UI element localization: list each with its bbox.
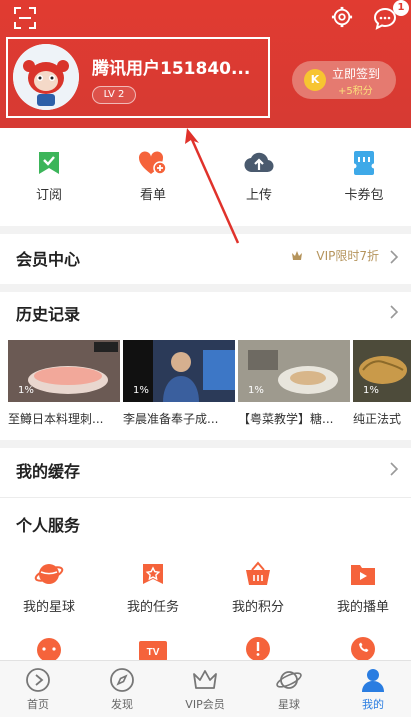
upload-icon — [244, 152, 274, 173]
quick-action-label: 订阅 — [35, 188, 62, 203]
service-label: 我的积分 — [231, 600, 284, 615]
playlist-icon — [351, 565, 375, 585]
coupon-icon — [351, 151, 377, 175]
checkin-button[interactable]: K 立即签到 +5积分 — [292, 61, 396, 99]
tab-label: 我的 — [362, 698, 384, 711]
planet-tab-icon — [276, 671, 302, 689]
cache-title: 我的缓存 — [16, 462, 81, 481]
username[interactable]: 腾讯用户151840... — [92, 54, 250, 79]
section-gap — [0, 440, 411, 448]
member-center-title: 会员中心 — [16, 250, 81, 269]
my-planet-button[interactable]: 我的星球 — [4, 560, 94, 615]
progress-label: 1% — [363, 385, 379, 396]
service-label: 我的星球 — [22, 600, 75, 615]
tab-vip[interactable]: VIP会员 — [170, 667, 240, 712]
quick-action-label: 上传 — [245, 188, 272, 203]
level-badge: LV 2 — [92, 86, 136, 104]
points-basket-icon — [246, 561, 270, 585]
bottom-tab-bar: 首页 发现 VIP会员 星球 我的 — [0, 660, 411, 717]
face-icon — [37, 638, 61, 662]
watchlist-button[interactable]: 看单 — [118, 150, 188, 203]
planet-icon — [34, 564, 64, 584]
my-points-button[interactable]: 我的积分 — [213, 560, 303, 615]
my-tasks-button[interactable]: 我的任务 — [108, 560, 198, 615]
subscribe-button[interactable]: 订阅 — [14, 150, 84, 203]
tv-icon: TV — [139, 641, 167, 661]
service-item[interactable] — [4, 634, 94, 662]
alert-icon — [246, 637, 270, 661]
divider — [0, 497, 411, 498]
history-caption[interactable]: 纯正法式 — [353, 410, 411, 427]
profile-icon — [362, 669, 384, 692]
mascot-avatar-icon — [13, 44, 79, 110]
phone-icon — [351, 637, 375, 661]
compass-icon — [110, 668, 134, 692]
service-item[interactable] — [213, 634, 303, 662]
profile-page: 1 腾讯用户151840... LV 2 K 立即签到 +5积分 订阅 看单 上… — [0, 0, 411, 717]
services-title: 个人服务 — [16, 516, 81, 535]
chevron-right-icon — [390, 462, 399, 476]
progress-label: 1% — [248, 385, 264, 396]
quick-action-label: 看单 — [139, 188, 166, 203]
gear-icon[interactable] — [331, 6, 353, 28]
quick-action-label: 卡券包 — [344, 188, 384, 203]
avatar[interactable] — [13, 44, 79, 110]
coupon-button[interactable]: 卡券包 — [329, 150, 399, 203]
svg-text:TV: TV — [147, 647, 160, 658]
tab-label: 首页 — [27, 698, 49, 711]
profile-header: 1 腾讯用户151840... LV 2 K 立即签到 +5积分 — [0, 0, 411, 128]
tab-home[interactable]: 首页 — [3, 667, 73, 712]
tab-profile[interactable]: 我的 — [338, 667, 408, 712]
history-caption[interactable]: 【粤菜教学】糖... — [238, 410, 350, 427]
checkin-reward: +5积分 — [338, 86, 373, 97]
history-title: 历史记录 — [16, 305, 81, 324]
message-count-badge: 1 — [393, 0, 409, 16]
vip-promo-text: VIP限时7折 — [316, 249, 379, 263]
history-item[interactable]: 1% — [123, 340, 235, 402]
tab-discover[interactable]: 发现 — [87, 667, 157, 712]
progress-label: 1% — [18, 385, 34, 396]
section-gap — [0, 226, 411, 234]
service-item[interactable]: TV — [108, 638, 198, 662]
tab-label: VIP会员 — [185, 698, 225, 711]
scan-icon[interactable] — [14, 7, 36, 29]
history-caption[interactable]: 李晨准备奉子成... — [123, 410, 235, 427]
upload-button[interactable]: 上传 — [224, 150, 294, 203]
pastry-thumbnail — [353, 340, 411, 402]
vip-crown-icon — [292, 251, 302, 260]
section-gap — [0, 284, 411, 292]
quick-actions: 订阅 看单 上传 卡券包 — [0, 128, 411, 226]
subscribe-icon — [39, 152, 59, 174]
checkin-label: 立即签到 — [332, 67, 381, 81]
task-icon — [143, 564, 163, 584]
history-item[interactable]: 1% — [238, 340, 350, 402]
tab-planet[interactable]: 星球 — [254, 667, 324, 712]
service-label: 我的播单 — [336, 600, 389, 615]
crown-icon — [193, 670, 217, 689]
progress-label: 1% — [133, 385, 149, 396]
history-item[interactable]: 1% — [353, 340, 411, 402]
service-item[interactable] — [318, 634, 408, 662]
coin-icon: K — [304, 69, 326, 91]
chevron-right-icon — [390, 305, 399, 319]
home-play-icon — [26, 668, 50, 692]
service-label: 我的任务 — [126, 600, 179, 615]
chevron-right-icon — [390, 250, 399, 264]
my-playlist-button[interactable]: 我的播单 — [318, 560, 408, 615]
tab-label: 星球 — [278, 698, 300, 711]
history-caption[interactable]: 至鳟日本料理刺... — [8, 410, 120, 427]
history-item[interactable]: 1% — [8, 340, 120, 402]
watchlist-icon — [138, 151, 167, 175]
tab-label: 发现 — [111, 698, 133, 711]
